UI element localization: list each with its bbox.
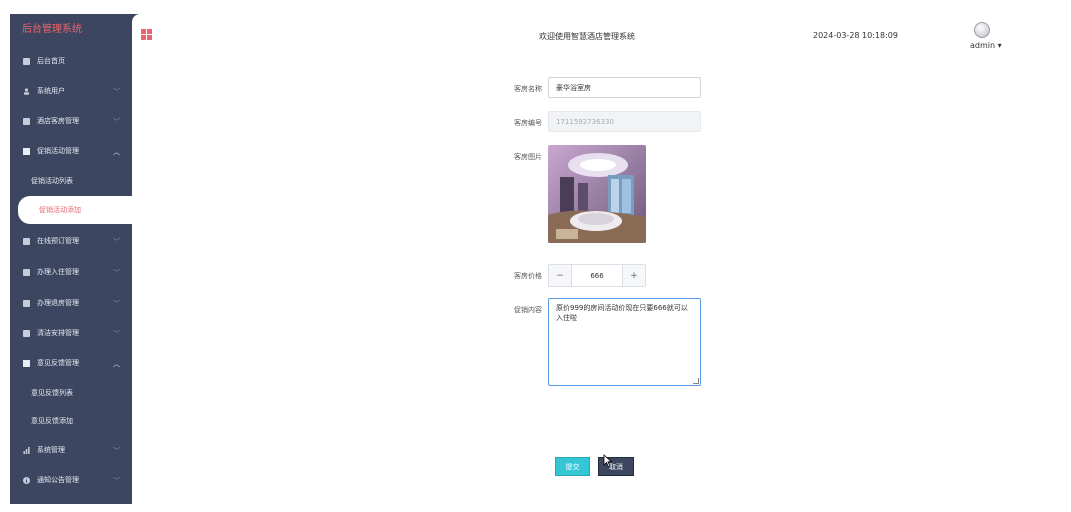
submit-button[interactable]: 提交 [555,457,590,476]
sidebar: 后台管理系统 后台首页 系统用户 ﹀ 酒店客房管理 ﹀ 促销活动管理 ︿ 促销活… [10,14,142,504]
brand-title: 后台管理系统 [22,24,82,35]
sidebar-subitem-feedback-add[interactable]: 意见反馈添加 [10,407,132,435]
sidebar-item-online-booking[interactable]: 在线预订管理 ﹀ [10,226,132,256]
sidebar-item-label: 系统管理 [37,446,65,454]
chevron-up-icon: ︿ [113,148,120,156]
chevron-down-icon: ﹀ [113,447,120,455]
room-image-label: 客房图片 [514,153,542,161]
monitor-icon [23,57,30,65]
promo-content-text: 原价999的房间活动价现在只要666就可以入住啦 [556,304,688,322]
user-icon [23,87,30,95]
username: admin [970,41,996,50]
sidebar-item-label: 酒店客房管理 [37,117,79,125]
room-name-input[interactable]: 豪华浴室房 [548,77,701,98]
sidebar-item-check-out[interactable]: 办理退房管理 ﹀ [10,288,132,318]
promo-content-textarea[interactable]: 原价999的房间活动价现在只要666就可以入住啦 [548,298,701,386]
sidebar-item-feedback-management[interactable]: 意见反馈管理 ︿ [10,348,132,378]
avatar[interactable] [974,22,990,38]
menu-grid-icon[interactable] [141,29,152,40]
main-panel: 欢迎使用智慧酒店管理系统 2024-03-28 10:18:09 admin ▾… [132,14,1053,504]
chevron-up-icon: ︿ [113,360,120,368]
price-stepper: − 666 + [548,264,646,287]
sidebar-item-label: 意见反馈管理 [37,359,79,367]
caret-down-icon: ▾ [997,41,1002,50]
sidebar-item-check-in[interactable]: 办理入住管理 ﹀ [10,257,132,287]
doc-icon [23,299,30,307]
sidebar-item-room-management[interactable]: 酒店客房管理 ﹀ [10,106,132,136]
sidebar-subitem-promotion-list[interactable]: 促销活动列表 [10,167,132,195]
sidebar-item-label: 后台首页 [37,57,65,65]
room-name-label: 客房名称 [514,85,542,93]
sidebar-subitem-feedback-list[interactable]: 意见反馈列表 [10,379,132,407]
room-number-label: 客房编号 [514,119,542,127]
sidebar-item-label: 促销活动管理 [37,147,79,155]
user-menu[interactable]: admin ▾ [970,41,1002,50]
sidebar-item-system-management[interactable]: 系统管理 ﹀ [10,435,132,465]
chevron-down-icon: ﹀ [113,330,120,338]
info-icon [23,476,30,484]
sidebar-item-promotion-management[interactable]: 促销活动管理 ︿ [10,136,132,166]
sidebar-item-label: 办理入住管理 [37,268,79,276]
sidebar-item-label: 系统用户 [37,87,65,95]
sidebar-subitem-promotion-add[interactable]: 促销活动添加 [18,196,142,224]
chevron-down-icon: ﹀ [113,238,120,246]
top-bar: 欢迎使用智慧酒店管理系统 2024-03-28 10:18:09 admin ▾ [132,14,1053,58]
chevron-down-icon: ﹀ [113,88,120,96]
decrease-button[interactable]: − [549,265,571,286]
sidebar-item-label: 通知公告管理 [37,476,79,484]
chevron-down-icon: ﹀ [113,477,120,485]
doc-icon [23,147,30,155]
doc-icon [23,268,30,276]
price-input[interactable]: 666 [571,265,623,286]
welcome-text: 欢迎使用智慧酒店管理系统 [539,32,635,41]
sidebar-item-home[interactable]: 后台首页 [10,46,132,76]
chevron-down-icon: ﹀ [113,118,120,126]
sidebar-item-notice-management[interactable]: 通知公告管理 ﹀ [10,465,132,495]
resize-handle[interactable] [693,378,699,384]
doc-icon [23,237,30,245]
sidebar-item-label: 清洁安排管理 [37,329,79,337]
doc-icon [23,117,30,125]
sidebar-item-system-users[interactable]: 系统用户 ﹀ [10,76,132,106]
doc-icon [23,359,30,367]
increase-button[interactable]: + [623,265,645,286]
sidebar-item-label: 办理退房管理 [37,299,79,307]
datetime-display: 2024-03-28 10:18:09 [813,31,898,40]
room-image[interactable] [548,145,646,243]
mouse-cursor-icon [603,454,613,468]
sidebar-item-label: 在线预订管理 [37,237,79,245]
room-price-label: 客房价格 [514,272,542,280]
chevron-down-icon: ﹀ [113,300,120,308]
sidebar-item-cleaning[interactable]: 清洁安排管理 ﹀ [10,318,132,348]
doc-icon [23,329,30,337]
room-number-input: 1711592736330 [548,111,701,132]
bar-chart-icon [23,446,30,454]
promo-content-label: 促销内容 [514,306,542,314]
chevron-down-icon: ﹀ [113,269,120,277]
